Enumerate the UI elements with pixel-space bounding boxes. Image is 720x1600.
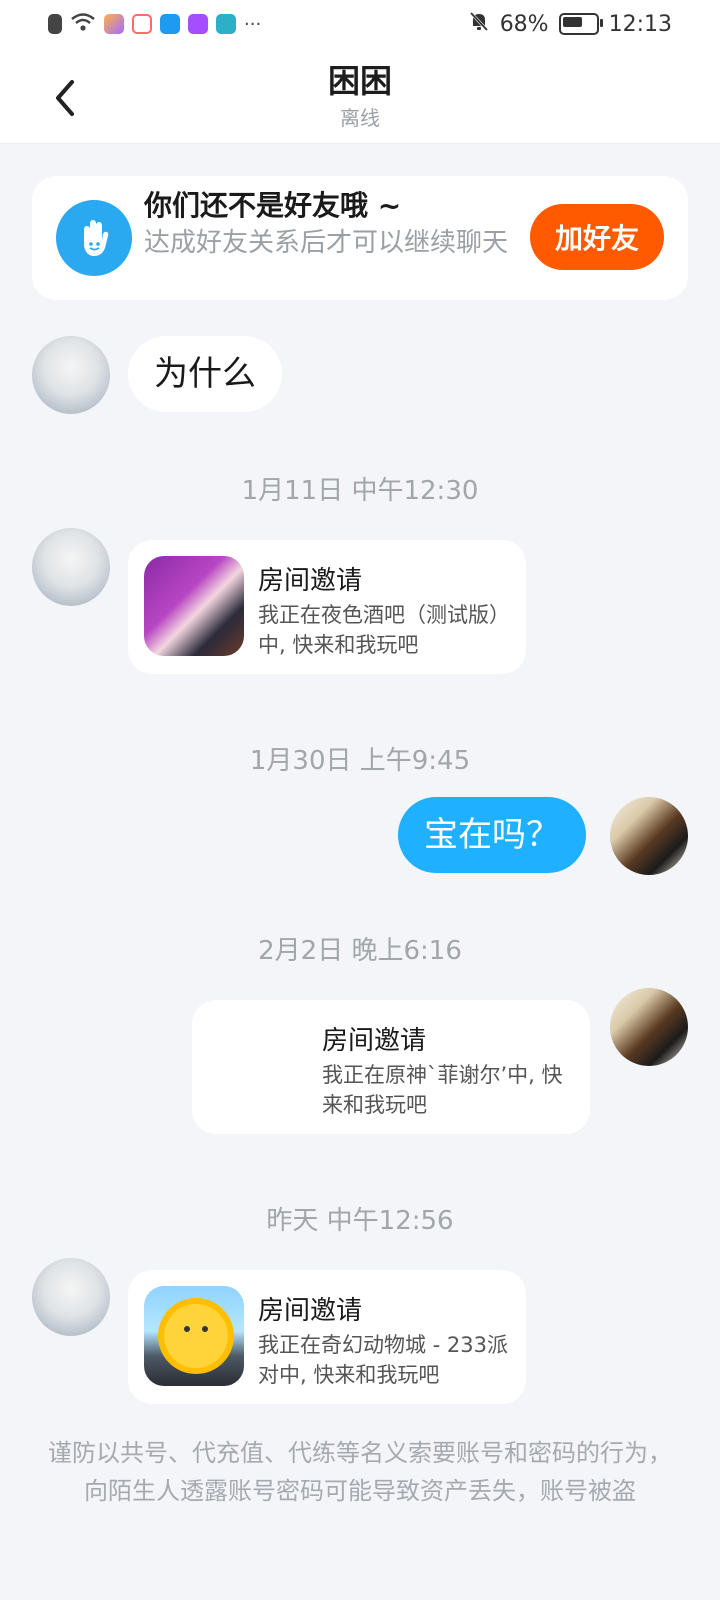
timestamp: 1月30日 上午9:45 bbox=[249, 746, 471, 776]
clock: 12:13 bbox=[608, 11, 672, 37]
status-icons-right: 68% 12:13 bbox=[468, 10, 672, 38]
chat-title: 困困 bbox=[327, 62, 392, 100]
invite-title: 房间邀请 bbox=[258, 566, 363, 596]
invite-description: 我正在原神`菲谢尔’中, 快来和我玩吧 bbox=[322, 1063, 563, 1117]
room-invite-card[interactable]: 房间邀请 我正在夜色酒吧（测试版）中, 快来和我玩吧 bbox=[128, 540, 526, 674]
message-bubble-sent[interactable]: 宝在吗？ bbox=[398, 797, 586, 873]
game-icon bbox=[132, 14, 152, 34]
status-icons-left: ··· bbox=[48, 12, 261, 36]
invite-title: 房间邀请 bbox=[322, 1026, 427, 1056]
music-icon bbox=[188, 14, 208, 34]
game-thumbnail bbox=[144, 556, 244, 656]
security-warning: 谨防以共号、代充值、代练等名义索要账号和密码的行为，向陌生人透露账号密码可能导致… bbox=[48, 1439, 672, 1505]
invite-description: 我正在奇幻动物城 - 233派对中, 快来和我玩吧 bbox=[258, 1333, 509, 1387]
battery-icon bbox=[558, 13, 603, 35]
timestamp: 2月2日 晚上6:16 bbox=[258, 936, 462, 966]
invite-description: 我正在夜色酒吧（测试版）中, 快来和我玩吧 bbox=[258, 603, 500, 657]
invite-title: 房间邀请 bbox=[258, 1296, 363, 1326]
my-avatar[interactable] bbox=[610, 797, 688, 875]
timestamp: 昨天 中午12:56 bbox=[266, 1206, 454, 1236]
online-status: 离线 bbox=[340, 106, 380, 130]
wave-hand-icon bbox=[56, 200, 132, 276]
my-avatar[interactable] bbox=[610, 988, 688, 1066]
add-friend-button[interactable]: 加好友 bbox=[530, 204, 664, 270]
more-notifications-icon: ··· bbox=[244, 13, 262, 35]
add-friend-prompt: 你们还不是好友哦 ~ 达成好友关系后才可以继续聊天 加好友 bbox=[32, 176, 688, 300]
timestamp: 1月11日 中午12:30 bbox=[241, 476, 479, 506]
mute-bell-icon bbox=[468, 10, 490, 38]
friend-prompt-description: 达成好友关系后才可以继续聊天 bbox=[144, 228, 509, 258]
contact-avatar[interactable] bbox=[32, 528, 110, 606]
battery-percent: 68% bbox=[499, 11, 549, 37]
chat-header: 困困 离线 bbox=[0, 50, 720, 144]
lion-icon bbox=[164, 1304, 228, 1368]
contact-avatar[interactable] bbox=[32, 336, 110, 414]
contact-avatar[interactable] bbox=[32, 1258, 110, 1336]
alert-icon bbox=[48, 14, 62, 34]
status-bar: ··· 68% 12:13 bbox=[0, 0, 720, 50]
wifi-icon bbox=[70, 12, 96, 36]
game-thumbnail bbox=[144, 1286, 244, 1386]
shopping-icon bbox=[160, 14, 180, 34]
room-invite-card[interactable]: 房间邀请 我正在奇幻动物城 - 233派对中, 快来和我玩吧 bbox=[128, 1270, 526, 1404]
friend-prompt-title: 你们还不是好友哦 ~ bbox=[144, 189, 402, 222]
app-icon bbox=[104, 14, 124, 34]
message-bubble-received[interactable]: 为什么 bbox=[128, 336, 282, 412]
game-thumbnail bbox=[208, 1016, 308, 1116]
room-invite-card[interactable]: 房间邀请 我正在原神`菲谢尔’中, 快来和我玩吧 bbox=[192, 1000, 590, 1134]
reader-icon bbox=[216, 14, 236, 34]
